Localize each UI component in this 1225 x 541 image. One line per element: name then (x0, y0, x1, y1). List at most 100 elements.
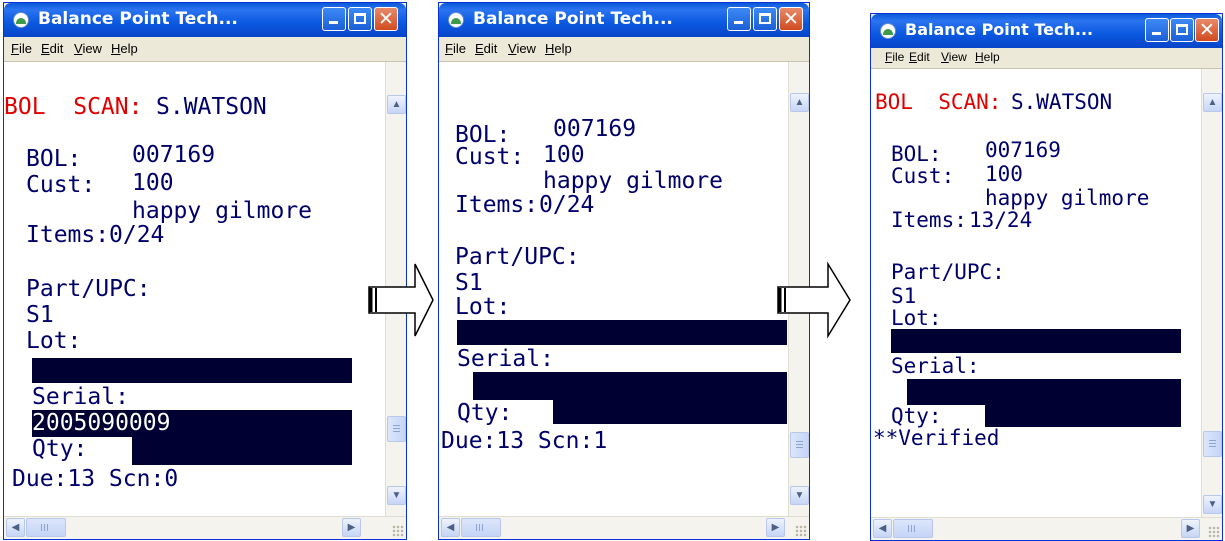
menu-view[interactable]: View (941, 50, 967, 64)
cust-value: 100 (985, 162, 1023, 186)
balance-point-app-icon (13, 12, 29, 28)
maximize-icon (1176, 24, 1188, 35)
scroll-thumb[interactable] (387, 416, 406, 442)
window-title: Balance Point Tech... (38, 9, 238, 29)
menu-edit[interactable]: Edit (909, 50, 930, 64)
scroll-down-button[interactable]: ▼ (387, 486, 406, 505)
serial-label: Serial: (32, 384, 129, 410)
chevron-up-icon: ▲ (794, 97, 805, 108)
minimize-icon (734, 21, 743, 24)
horizontal-scroll-thumb[interactable] (893, 519, 933, 538)
operator-name: S.WATSON (156, 94, 267, 120)
app-window-1: Balance Point Tech... ✕ File Edit View H… (3, 2, 407, 540)
menu-file[interactable]: File (885, 50, 904, 64)
menu-file[interactable]: File (445, 41, 466, 56)
right-arrow-icon (777, 261, 851, 339)
scroll-down-button[interactable]: ▼ (790, 486, 809, 505)
qty-input[interactable] (132, 437, 352, 465)
items-label: Items: (455, 192, 539, 218)
horizontal-scrollbar[interactable]: ◀ ▶ (439, 516, 809, 539)
close-button[interactable]: ✕ (1195, 18, 1219, 42)
part-label: Part/UPC: (891, 260, 1005, 284)
scroll-up-button[interactable]: ▲ (1203, 93, 1222, 112)
menu-help[interactable]: Help (111, 41, 138, 56)
maximize-button[interactable] (348, 7, 372, 31)
menu-bar: File Edit View Help (871, 48, 1222, 69)
close-icon: ✕ (783, 8, 799, 30)
chevron-right-icon: ▶ (1186, 523, 1195, 534)
minimize-button[interactable] (1145, 18, 1169, 42)
qty-input[interactable] (985, 403, 1181, 427)
horizontal-scroll-thumb[interactable] (461, 518, 501, 537)
maximize-button[interactable] (753, 7, 777, 31)
customer-name: happy gilmore (543, 168, 724, 194)
app-window-2: Balance Point Tech... ✕ File Edit View H… (438, 2, 810, 540)
title-bar[interactable]: Balance Point Tech... ✕ (439, 3, 809, 37)
close-button[interactable]: ✕ (779, 7, 803, 31)
items-label: Items: (26, 222, 110, 248)
part-value: S1 (455, 270, 483, 296)
minimize-icon (1152, 32, 1161, 35)
cust-label: Cust: (455, 144, 525, 170)
scroll-thumb[interactable] (790, 432, 809, 458)
scroll-left-button[interactable]: ◀ (6, 518, 25, 537)
items-count: 0/24 (109, 222, 165, 248)
title-bar[interactable]: Balance Point Tech... ✕ (4, 3, 406, 37)
menu-view[interactable]: View (508, 41, 536, 56)
close-icon: ✕ (1199, 19, 1215, 41)
scroll-left-button[interactable]: ◀ (441, 518, 460, 537)
status-line: **Verified (873, 426, 1000, 450)
client-area: BOL SCAN: S.WATSON BOL: 007169 Cust: 100… (871, 69, 1222, 518)
part-label: Part/UPC: (26, 276, 151, 302)
minimize-button[interactable] (727, 7, 751, 31)
scroll-up-button[interactable]: ▲ (387, 95, 406, 114)
balance-point-app-icon (880, 23, 896, 39)
balance-point-app-icon (448, 12, 464, 28)
vertical-scrollbar[interactable]: ▲ ▼ (1201, 69, 1222, 518)
qty-input[interactable] (553, 398, 787, 424)
app-window-3: Balance Point Tech... ✕ File Edit View H… (870, 13, 1223, 541)
menu-edit[interactable]: Edit (41, 41, 63, 56)
qty-label: Qty: (32, 436, 88, 462)
chevron-up-icon: ▲ (1207, 97, 1218, 108)
close-button[interactable]: ✕ (374, 7, 398, 31)
scroll-up-button[interactable]: ▲ (790, 93, 809, 112)
menu-edit[interactable]: Edit (475, 41, 497, 56)
resize-grip-icon[interactable] (1208, 526, 1220, 538)
scroll-thumb[interactable] (1203, 431, 1222, 457)
minimize-button[interactable] (322, 7, 346, 31)
chevron-down-icon: ▼ (1207, 499, 1218, 510)
menu-help[interactable]: Help (975, 50, 1000, 64)
horizontal-scrollbar[interactable]: ◀ ▶ (871, 517, 1222, 540)
scroll-right-button[interactable]: ▶ (342, 518, 361, 537)
resize-grip-icon[interactable] (795, 525, 807, 537)
maximize-button[interactable] (1170, 18, 1194, 42)
menu-help[interactable]: Help (545, 41, 572, 56)
scroll-right-button[interactable]: ▶ (766, 518, 785, 537)
scroll-down-button[interactable]: ▼ (1203, 495, 1222, 514)
status-line: Due:13 Scn:1 (441, 428, 608, 454)
header-label: BOL SCAN: (4, 94, 143, 120)
resize-grip-icon[interactable] (392, 525, 404, 537)
chevron-down-icon: ▼ (794, 490, 805, 501)
scroll-right-button[interactable]: ▶ (1181, 519, 1200, 538)
part-label: Part/UPC: (455, 244, 580, 270)
horizontal-scrollbar[interactable]: ◀ ▶ (4, 516, 406, 539)
lot-input[interactable] (457, 320, 787, 345)
scroll-left-button[interactable]: ◀ (873, 519, 892, 538)
window-title: Balance Point Tech... (905, 20, 1094, 39)
horizontal-scroll-thumb[interactable] (26, 518, 66, 537)
serial-input[interactable] (907, 379, 1181, 405)
menu-file[interactable]: File (11, 41, 32, 56)
menu-view[interactable]: View (74, 41, 102, 56)
lot-input[interactable] (891, 329, 1181, 353)
scan-form: BOL SCAN: S.WATSON BOL: 007169 Cust: 100… (4, 62, 385, 517)
part-value: S1 (26, 302, 54, 328)
title-bar[interactable]: Balance Point Tech... ✕ (871, 14, 1222, 48)
lot-input[interactable] (32, 358, 352, 383)
serial-input[interactable] (473, 372, 787, 400)
cust-label: Cust: (891, 164, 955, 188)
operator-name: S.WATSON (1011, 90, 1113, 114)
cust-value: 100 (132, 170, 174, 196)
scan-form: BOL: 007169 Cust: 100 happy gilmore Item… (439, 62, 788, 517)
